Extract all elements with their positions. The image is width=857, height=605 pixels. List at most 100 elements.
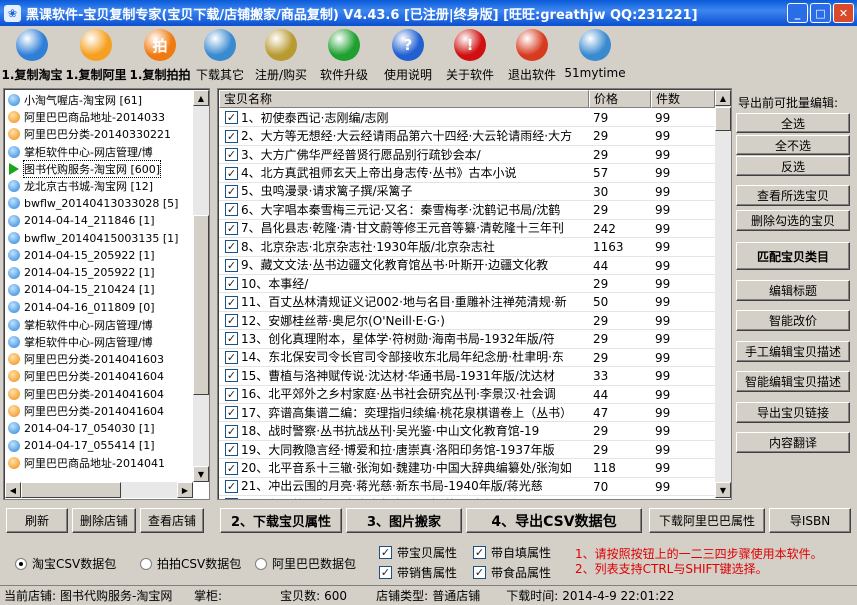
tree-item[interactable]: 2014-04-15_210424 [1] bbox=[8, 281, 194, 298]
side-button-9[interactable]: 智能编辑宝贝描述 bbox=[736, 371, 850, 392]
table-row[interactable]: ✓ 17、弈谱高集谱二编：奕理指归续编·桃花泉棋谱卷上（丛书） 47 99 bbox=[219, 404, 715, 423]
scroll-thumb[interactable] bbox=[193, 215, 209, 395]
radio-taobao-csv[interactable]: 淘宝CSV数据包 bbox=[15, 555, 116, 572]
table-row[interactable]: ✓ 2、大方等无想经·大云经请雨品第六十四经·大云轮请雨经·大方 29 99 bbox=[219, 127, 715, 146]
table-row[interactable]: ✓ 11、百丈丛林清规证义记002·地与名目·重雕补注禅苑清规·新 50 99 bbox=[219, 293, 715, 312]
row-checkbox[interactable]: ✓ bbox=[225, 387, 238, 401]
maximize-button[interactable]: □ bbox=[810, 3, 831, 23]
tree-item[interactable]: 龙北京古书城-淘宝网 [12] bbox=[8, 177, 194, 194]
scroll-left-icon[interactable]: ◀ bbox=[5, 482, 21, 498]
row-checkbox[interactable]: ✓ bbox=[225, 295, 238, 309]
toolbar-button-0[interactable]: 1.复制淘宝 bbox=[2, 26, 62, 84]
tree-item[interactable]: 2014-04-15_205922 [1] bbox=[8, 264, 194, 281]
table-row[interactable]: ✓ 4、北方真武祖师玄天上帝出身志传·丛书》古本小说 57 99 bbox=[219, 164, 715, 183]
toolbar-button-7[interactable]: ! 关于软件 bbox=[439, 26, 501, 84]
radio-paipai-csv[interactable]: 拍拍CSV数据包 bbox=[140, 555, 241, 572]
row-checkbox[interactable]: ✓ bbox=[225, 461, 238, 475]
grid-vertical-scrollbar[interactable]: ▲ ▼ bbox=[715, 90, 731, 498]
export-csv-button[interactable]: 4、导出CSV数据包 bbox=[466, 508, 642, 533]
column-header-qty[interactable]: 件数 bbox=[651, 90, 715, 108]
export-isbn-button[interactable]: 导ISBN bbox=[769, 508, 851, 533]
side-button-6[interactable]: 编辑标题 bbox=[736, 280, 850, 301]
toolbar-button-8[interactable]: 退出软件 bbox=[501, 26, 563, 84]
table-row[interactable]: ✓ 14、东北保安司令长官司令部接收东北局年纪念册·杜聿明·东 29 99 bbox=[219, 349, 715, 368]
tree-item[interactable]: 阿里巴巴分类-2014041603 bbox=[8, 350, 194, 367]
view-shop-button[interactable]: 查看店铺 bbox=[140, 508, 204, 533]
tree-vertical-scrollbar[interactable]: ▲ ▼ bbox=[193, 90, 209, 482]
tree-item[interactable]: 2014-04-16_011809 [0] bbox=[8, 299, 194, 316]
row-checkbox[interactable]: ✓ bbox=[225, 424, 238, 438]
toolbar-button-5[interactable]: 软件升级 bbox=[311, 26, 377, 84]
table-row[interactable]: ✓ 16、北平郊外之乡村家庭·丛书社会研究丛刊·李景汉·社会调 44 99 bbox=[219, 386, 715, 404]
row-checkbox[interactable]: ✓ bbox=[225, 129, 238, 143]
row-checkbox[interactable]: ✓ bbox=[225, 258, 238, 272]
tree-item[interactable]: 2014-04-15_205922 [1] bbox=[8, 247, 194, 264]
check-sales-properties[interactable]: ✓ 带销售属性 bbox=[379, 564, 457, 581]
tree-item[interactable]: 阿里巴巴分类-2014041604 bbox=[8, 368, 194, 385]
scroll-down-icon[interactable]: ▼ bbox=[715, 482, 731, 498]
row-checkbox[interactable]: ✓ bbox=[225, 221, 238, 235]
row-checkbox[interactable]: ✓ bbox=[225, 184, 238, 198]
table-row[interactable]: ✓ 7、昌化县志·乾隆·清·甘文蔚等修王元音等纂·清乾隆十三年刊 242 99 bbox=[219, 220, 715, 239]
side-button-7[interactable]: 智能改价 bbox=[736, 310, 850, 331]
table-row[interactable]: ✓ 20、北平音系十三辙·张洵如·魏建功·中国大辞典编纂处/张洵如 118 99 bbox=[219, 459, 715, 478]
table-row[interactable]: ✓ 6、大字唱本秦雪梅三元记·又名：秦雪梅孝·沈鹤记书局/沈鹤 29 99 bbox=[219, 201, 715, 220]
toolbar-button-6[interactable]: ? 使用说明 bbox=[377, 26, 439, 84]
download-properties-button[interactable]: 2、下载宝贝属性 bbox=[220, 508, 342, 533]
tree-item[interactable]: 阿里巴巴商品地址-2014041 bbox=[8, 454, 194, 471]
side-button-8[interactable]: 手工编辑宝贝描述 bbox=[736, 341, 850, 362]
column-header-price[interactable]: 价格 bbox=[589, 90, 651, 108]
side-button-10[interactable]: 导出宝贝链接 bbox=[736, 402, 850, 423]
side-button-2[interactable]: 反选 bbox=[736, 156, 850, 176]
download-ali-properties-button[interactable]: 下载阿里巴巴属性 bbox=[649, 508, 765, 533]
toolbar-button-3[interactable]: 下载其它 bbox=[189, 26, 251, 84]
tree-item[interactable]: bwflw_20140415003135 [1] bbox=[8, 229, 194, 246]
table-row[interactable]: ✓ 13、创化真理附本，星体学·符树勋·海南书局-1932年版/符 29 99 bbox=[219, 330, 715, 349]
row-checkbox[interactable]: ✓ bbox=[225, 314, 238, 328]
side-button-11[interactable]: 内容翻译 bbox=[736, 432, 850, 453]
side-button-0[interactable]: 全选 bbox=[736, 113, 850, 133]
row-checkbox[interactable]: ✓ bbox=[225, 277, 238, 291]
table-row[interactable]: ✓ 19、大同教隐言经·博爱和拉·唐崇真·洛阳印务馆-1937年版 29 99 bbox=[219, 441, 715, 460]
tree-item[interactable]: 图书代购服务-淘宝网 [600] bbox=[8, 159, 194, 178]
tree-item[interactable]: bwflw_20140413033028 [5] bbox=[8, 195, 194, 212]
side-button-1[interactable]: 全不选 bbox=[736, 135, 850, 155]
row-checkbox[interactable]: ✓ bbox=[225, 166, 238, 180]
row-checkbox[interactable]: ✓ bbox=[225, 369, 238, 383]
tree-item[interactable]: 2014-04-14_211846 [1] bbox=[8, 212, 194, 229]
tree-horizontal-scrollbar[interactable]: ◀ ▶ bbox=[5, 482, 193, 498]
table-row[interactable]: ✓ 12、安娜桂丝蒂·奥尼尔(O'Neill·E·G·) 29 99 bbox=[219, 312, 715, 331]
row-checkbox[interactable]: ✓ bbox=[225, 350, 238, 364]
row-checkbox[interactable]: ✓ bbox=[225, 203, 238, 217]
toolbar-button-4[interactable]: 注册/购买 bbox=[251, 26, 311, 84]
scroll-down-icon[interactable]: ▼ bbox=[193, 466, 209, 482]
side-button-4[interactable]: 删除勾选的宝贝 bbox=[736, 210, 850, 231]
tree-item[interactable]: 阿里巴巴商品地址-2014033 bbox=[8, 108, 194, 125]
side-button-5[interactable]: 匹配宝贝类目 bbox=[736, 242, 850, 270]
delete-shop-button[interactable]: 删除店铺 bbox=[72, 508, 136, 533]
table-row[interactable]: ✓ 1、初使泰西记·志刚编/志刚 79 99 bbox=[219, 109, 715, 128]
table-row[interactable]: ✓ 18、战时警察·丛书抗战丛刊·吴光鉴·中山文化教育馆-19 29 99 bbox=[219, 422, 715, 441]
shop-tree[interactable]: 小淘气喔店-淘宝网 [61] 阿里巴巴商品地址-2014033 阿里巴巴分类-201… bbox=[3, 88, 210, 500]
tree-item[interactable]: 阿里巴巴分类-2014041604 bbox=[8, 385, 194, 402]
row-checkbox[interactable]: ✓ bbox=[225, 332, 238, 346]
scroll-up-icon[interactable]: ▲ bbox=[193, 90, 209, 106]
check-item-properties[interactable]: ✓ 带宝贝属性 bbox=[379, 544, 457, 561]
tree-item[interactable]: 掌柜软件中心-网店管理/博 bbox=[8, 316, 194, 333]
toolbar-button-1[interactable]: 1.复制阿里 bbox=[61, 26, 131, 84]
image-move-button[interactable]: 3、图片搬家 bbox=[346, 508, 462, 533]
row-checkbox[interactable]: ✓ bbox=[225, 498, 238, 499]
row-checkbox[interactable]: ✓ bbox=[225, 443, 238, 457]
items-grid[interactable]: 宝贝名称 价格 件数 ✓ 1、初使泰西记·志刚编/志刚 79 99 ✓ 2、大方等无想经·… bbox=[217, 88, 732, 500]
scroll-right-icon[interactable]: ▶ bbox=[177, 482, 193, 498]
row-checkbox[interactable]: ✓ bbox=[225, 111, 238, 125]
side-button-3[interactable]: 查看所选宝贝 bbox=[736, 185, 850, 206]
tree-item[interactable]: 2014-04-17_055414 [1] bbox=[8, 437, 194, 454]
radio-alibaba-package[interactable]: 阿里巴巴数据包 bbox=[255, 555, 356, 572]
tree-item[interactable]: 阿里巴巴分类-2014041604 bbox=[8, 402, 194, 419]
table-row[interactable]: ✓ 3、大方广佛华严经普贤行愿品别行疏钞会本/29 99 bbox=[219, 146, 715, 165]
minimize-button[interactable]: _ bbox=[787, 3, 808, 23]
table-row[interactable]: ✓ 21、冲出云围的月亮·蒋光慈·新东书局-1940年版/蒋光慈 70 99 bbox=[219, 478, 715, 497]
table-row[interactable]: ✓ 8、北京杂志·北京杂志社·1930年版/北京杂志社 1163 99 bbox=[219, 238, 715, 257]
toolbar-button-2[interactable]: 拍 1.复制拍拍 bbox=[130, 26, 190, 84]
